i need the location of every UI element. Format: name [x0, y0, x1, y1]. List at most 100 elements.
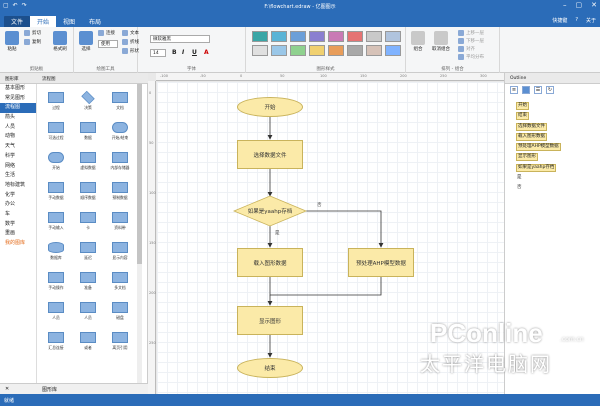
library-category[interactable]: 网络 [0, 162, 36, 172]
library-shape[interactable]: 延迟 [73, 242, 103, 261]
connect-tool[interactable]: 连接 [98, 30, 115, 36]
library-shape[interactable]: 过程 [41, 92, 71, 111]
outline-item[interactable]: 否 [511, 183, 599, 193]
library-shape[interactable]: 开始/结束 [105, 122, 135, 141]
send-backward-button[interactable]: 下移一层 [458, 38, 484, 44]
maximize-button[interactable]: ▢ [576, 1, 583, 9]
edge-decision-preprocess[interactable] [306, 210, 384, 248]
library-shape[interactable]: 资料带 [105, 212, 135, 231]
node-load[interactable]: 载入图形数据 [237, 248, 303, 277]
outline-item[interactable]: 是 [511, 173, 599, 183]
library-category[interactable]: 化学 [0, 191, 36, 201]
library-shape[interactable]: 虚拟数据 [73, 152, 103, 171]
style-swatch[interactable] [290, 31, 306, 42]
outline-item[interactable]: 如果是yaahp存档 [511, 163, 599, 173]
paste-button[interactable]: 粘贴 [2, 31, 22, 52]
library-category[interactable]: 办公 [0, 200, 36, 210]
minimize-button[interactable]: – [563, 1, 567, 9]
expand-icon[interactable]: ≡ [510, 86, 518, 94]
library-shape[interactable]: 数据库 [41, 242, 71, 261]
library-shape[interactable]: 预制数据 [105, 182, 135, 201]
library-shape[interactable]: 多文档 [105, 272, 135, 291]
library-shape[interactable]: 文档 [105, 92, 135, 111]
node-start[interactable]: 开始 [237, 97, 303, 117]
edge-merge[interactable] [269, 277, 382, 296]
node-end[interactable]: 结束 [237, 358, 303, 378]
font-size-select[interactable]: 14 [150, 49, 166, 57]
library-shape[interactable]: 磁盘 [105, 302, 135, 321]
style-swatch[interactable] [309, 31, 325, 42]
library-category[interactable]: 天气 [0, 142, 36, 152]
outline-item[interactable]: 开始 [511, 101, 599, 111]
cut-button[interactable]: 剪切 [24, 30, 41, 36]
refresh-icon[interactable]: ↻ [546, 86, 554, 94]
library-category[interactable]: 我的图库 [0, 239, 36, 249]
library-category[interactable]: 车 [0, 210, 36, 220]
library-shape[interactable]: 或者 [73, 332, 103, 351]
style-swatch[interactable] [252, 31, 268, 42]
italic-button[interactable]: I [182, 49, 184, 56]
ungroup-button[interactable]: 取消组合 [428, 31, 454, 52]
style-swatch[interactable] [271, 45, 287, 56]
library-category[interactable]: 数学 [0, 220, 36, 230]
outline-item[interactable]: 显示图形 [511, 152, 599, 162]
connector-type-select[interactable]: 使用 [98, 40, 118, 48]
outline-item[interactable]: 结束 [511, 111, 599, 121]
node-show[interactable]: 显示图形 [237, 306, 303, 335]
format-painter-button[interactable]: 格式刷 [48, 31, 72, 52]
close-button[interactable]: ✕ [591, 1, 597, 9]
polyline-tool[interactable]: 折线 [122, 39, 139, 45]
shortcut-button[interactable]: 快捷键 [552, 17, 567, 24]
style-swatch[interactable] [328, 31, 344, 42]
library-shape[interactable]: 数据 [73, 122, 103, 141]
library-shape[interactable]: 汇总连接 [41, 332, 71, 351]
library-shape[interactable]: 可选过程 [41, 122, 71, 141]
help-button[interactable]: ? [575, 17, 578, 24]
style-swatch[interactable] [366, 31, 382, 42]
library-shape[interactable]: 顺序数据 [73, 182, 103, 201]
outline-item[interactable]: 预处理AHP模型数据 [511, 142, 599, 152]
about-button[interactable]: 关于 [586, 17, 596, 24]
library-footer[interactable]: 图形库 [42, 386, 57, 393]
library-scrollbar[interactable] [137, 84, 142, 383]
style-swatch[interactable] [347, 31, 363, 42]
align-button[interactable]: 对齐 [458, 46, 475, 52]
library-category[interactable]: 常见图形 [0, 94, 36, 104]
close-library-icon[interactable]: ✕ [5, 386, 9, 392]
style-swatch[interactable] [347, 45, 363, 56]
library-category[interactable]: 箭头 [0, 113, 36, 123]
library-shape[interactable]: 内部存储器 [105, 152, 135, 171]
library-category[interactable]: 基本图形 [0, 84, 36, 94]
node-select-file[interactable]: 选择数据文件 [237, 140, 303, 169]
node-preprocess[interactable]: 预处理AHP模型数据 [348, 248, 414, 277]
library-shape[interactable]: 手动输入 [41, 212, 71, 231]
underline-button[interactable]: U [192, 49, 197, 56]
library-shape[interactable]: 显示内容 [105, 242, 135, 261]
library-category[interactable]: 地标建筑 [0, 181, 36, 191]
library-category[interactable]: 科学 [0, 152, 36, 162]
outline-item[interactable]: 选择数据文件 [511, 122, 599, 132]
style-swatch[interactable] [290, 45, 306, 56]
library-shape[interactable]: 手动操作 [41, 272, 71, 291]
style-swatch[interactable] [252, 45, 268, 56]
library-shape[interactable]: 准备 [73, 272, 103, 291]
library-category[interactable]: 人员 [0, 123, 36, 133]
style-swatch[interactable] [309, 45, 325, 56]
select-tool[interactable]: 选择 [76, 31, 96, 52]
node-decision[interactable]: 如果是yaahp存档 [234, 196, 306, 226]
library-shape[interactable]: 卡 [73, 212, 103, 231]
library-category[interactable]: 动物 [0, 132, 36, 142]
library-shape[interactable]: 人员 [73, 302, 103, 321]
distribute-button[interactable]: 平均分布 [458, 54, 484, 60]
style-swatch[interactable] [328, 45, 344, 56]
group-button[interactable]: 组合 [408, 31, 428, 52]
library-shape[interactable]: 开始 [41, 152, 71, 171]
bold-button[interactable]: B [172, 49, 177, 56]
library-category[interactable]: 重画 [0, 229, 36, 239]
outline-item[interactable]: 载入图形数据 [511, 132, 599, 142]
shape-tool[interactable]: 形状 [122, 48, 139, 54]
list-icon[interactable]: ☰ [534, 86, 542, 94]
text-tool[interactable]: 文本 [122, 30, 139, 36]
style-swatch[interactable] [385, 45, 401, 56]
library-category[interactable]: 生活 [0, 171, 36, 181]
